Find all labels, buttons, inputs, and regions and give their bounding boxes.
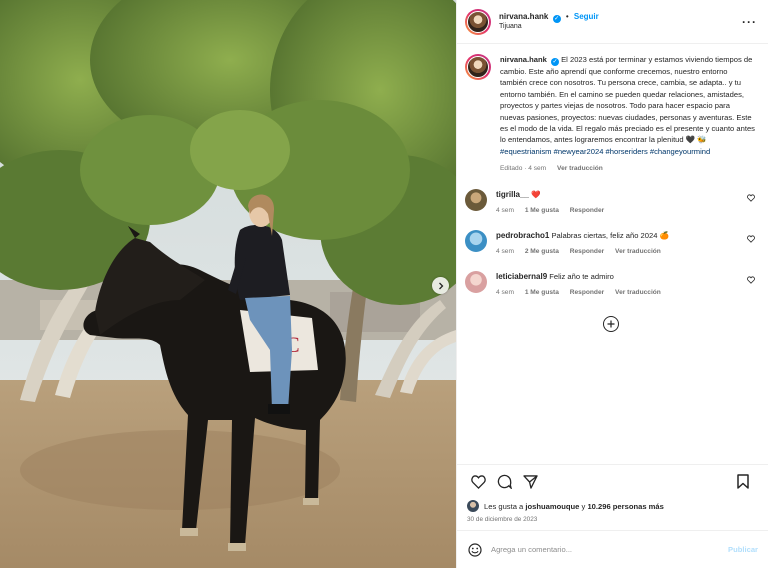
comment-item: tigrilla__ ❤️ 4 sem 1 Me gusta Responder <box>465 188 756 216</box>
comment-reply-button[interactable]: Responder <box>570 248 604 255</box>
share-send-icon[interactable] <box>519 471 541 493</box>
separator-dot: • <box>565 11 569 21</box>
comment-meta: 4 sem 1 Me gusta Responder <box>496 205 746 216</box>
comment-translate-link[interactable]: Ver traducción <box>615 289 661 296</box>
comment-age: 4 sem <box>496 206 514 214</box>
comment-age: 4 sem <box>496 247 514 255</box>
emoji-smiley-icon[interactable] <box>467 542 483 558</box>
comment-reply-button[interactable]: Responder <box>570 289 604 296</box>
post-header-text: nirvana.hank ✓ • Seguir Tijuana <box>499 12 742 32</box>
comment-item: leticiabernal9 Feliz año te admiro 4 sem… <box>465 270 756 298</box>
caption: nirvana.hank ✓ El 2023 está por terminar… <box>465 54 756 175</box>
post-photo[interactable]: C <box>0 0 456 568</box>
more-options-icon[interactable]: ··· <box>742 15 756 29</box>
comment-avatar[interactable] <box>465 188 487 211</box>
comment-likes-count[interactable]: 2 Me gusta <box>525 248 559 255</box>
comment-text: ❤️ <box>531 189 541 199</box>
caption-translate-link[interactable]: Ver traducción <box>557 165 603 172</box>
horse-rider-photo: C <box>0 0 456 568</box>
post-date[interactable]: 30 de diciembre de 2023 <box>457 514 768 530</box>
post-actions-bar <box>457 464 768 498</box>
comment-text: Palabras ciertas, feliz año 2024 🍊 <box>551 230 669 240</box>
comment-item: pedrobracho1 Palabras ciertas, feliz año… <box>465 229 756 257</box>
comment-username[interactable]: leticiabernal9 <box>496 272 547 281</box>
caption-hashtags[interactable]: #equestrianism #newyear2024 #horseriders… <box>500 146 756 157</box>
likes-summary: Les gusta a joshuamouque y 10.296 person… <box>457 498 768 514</box>
author-avatar[interactable] <box>465 8 491 35</box>
post-header: nirvana.hank ✓ • Seguir Tijuana ··· <box>457 0 768 44</box>
caption-edited-age: Editado · 4 sem <box>500 165 547 173</box>
comment-avatar[interactable] <box>465 270 487 293</box>
publish-comment-button[interactable]: Publicar <box>728 545 758 554</box>
comment-age: 4 sem <box>496 288 514 296</box>
chevron-right-icon <box>438 282 443 289</box>
comment-body: pedrobracho1 Palabras ciertas, feliz año… <box>496 230 746 257</box>
comment-username[interactable]: tigrilla__ <box>496 190 529 199</box>
comment-like-heart-icon[interactable] <box>746 235 756 245</box>
likes-others[interactable]: 10.296 personas más <box>587 502 663 511</box>
comment-bubble-icon[interactable] <box>493 471 515 493</box>
follow-button[interactable]: Seguir <box>574 12 599 21</box>
comment-likes-count[interactable]: 1 Me gusta <box>525 207 559 214</box>
comment-like-heart-icon[interactable] <box>746 276 756 286</box>
add-comment-input[interactable] <box>491 545 729 554</box>
comment-like-heart-icon[interactable] <box>746 194 756 204</box>
comment-avatar[interactable] <box>465 229 487 252</box>
verified-badge-icon: ✓ <box>552 14 561 23</box>
caption-meta: Editado · 4 sem Ver traducción <box>500 163 756 174</box>
post-side-panel: nirvana.hank ✓ • Seguir Tijuana ··· nirv… <box>456 0 768 568</box>
likes-prefix: Les gusta a <box>484 501 524 511</box>
comment-username[interactable]: pedrobracho1 <box>496 231 549 240</box>
comment-meta: 4 sem 2 Me gusta Responder Ver traducció… <box>496 246 746 257</box>
likes-user[interactable]: joshuamouque <box>525 502 579 511</box>
comment-body: leticiabernal9 Feliz año te admiro 4 sem… <box>496 271 746 298</box>
comment-meta: 4 sem 1 Me gusta Responder Ver traducció… <box>496 287 746 298</box>
comment-likes-count[interactable]: 1 Me gusta <box>525 289 559 296</box>
author-username[interactable]: nirvana.hank <box>499 12 548 21</box>
caption-body: nirvana.hank ✓ El 2023 está por terminar… <box>500 54 756 175</box>
comments-area[interactable]: nirvana.hank ✓ El 2023 está por terminar… <box>457 44 768 464</box>
like-heart-icon[interactable] <box>467 471 489 493</box>
caption-avatar[interactable] <box>465 54 491 80</box>
bookmark-save-icon[interactable] <box>732 471 754 493</box>
post-location[interactable]: Tijuana <box>499 23 742 32</box>
comment-reply-button[interactable]: Responder <box>570 207 604 214</box>
load-more-comments-icon[interactable] <box>602 315 619 332</box>
instagram-post: C nirvana.hank ✓ • Seguir Tijuana ··· ni… <box>0 0 768 568</box>
next-image-button[interactable] <box>432 277 449 294</box>
likes-middle: y <box>581 501 586 511</box>
caption-username[interactable]: nirvana.hank <box>500 55 547 64</box>
liker-avatar[interactable] <box>467 500 479 512</box>
verified-badge-icon: ✓ <box>550 58 559 66</box>
add-comment-bar: Publicar <box>457 530 768 568</box>
comment-body: tigrilla__ ❤️ 4 sem 1 Me gusta Responder <box>496 189 746 216</box>
caption-text: El 2023 está por terminar y estamos vivi… <box>500 55 755 145</box>
comment-translate-link[interactable]: Ver traducción <box>615 248 661 255</box>
comment-text: Feliz año te admiro <box>549 271 614 281</box>
